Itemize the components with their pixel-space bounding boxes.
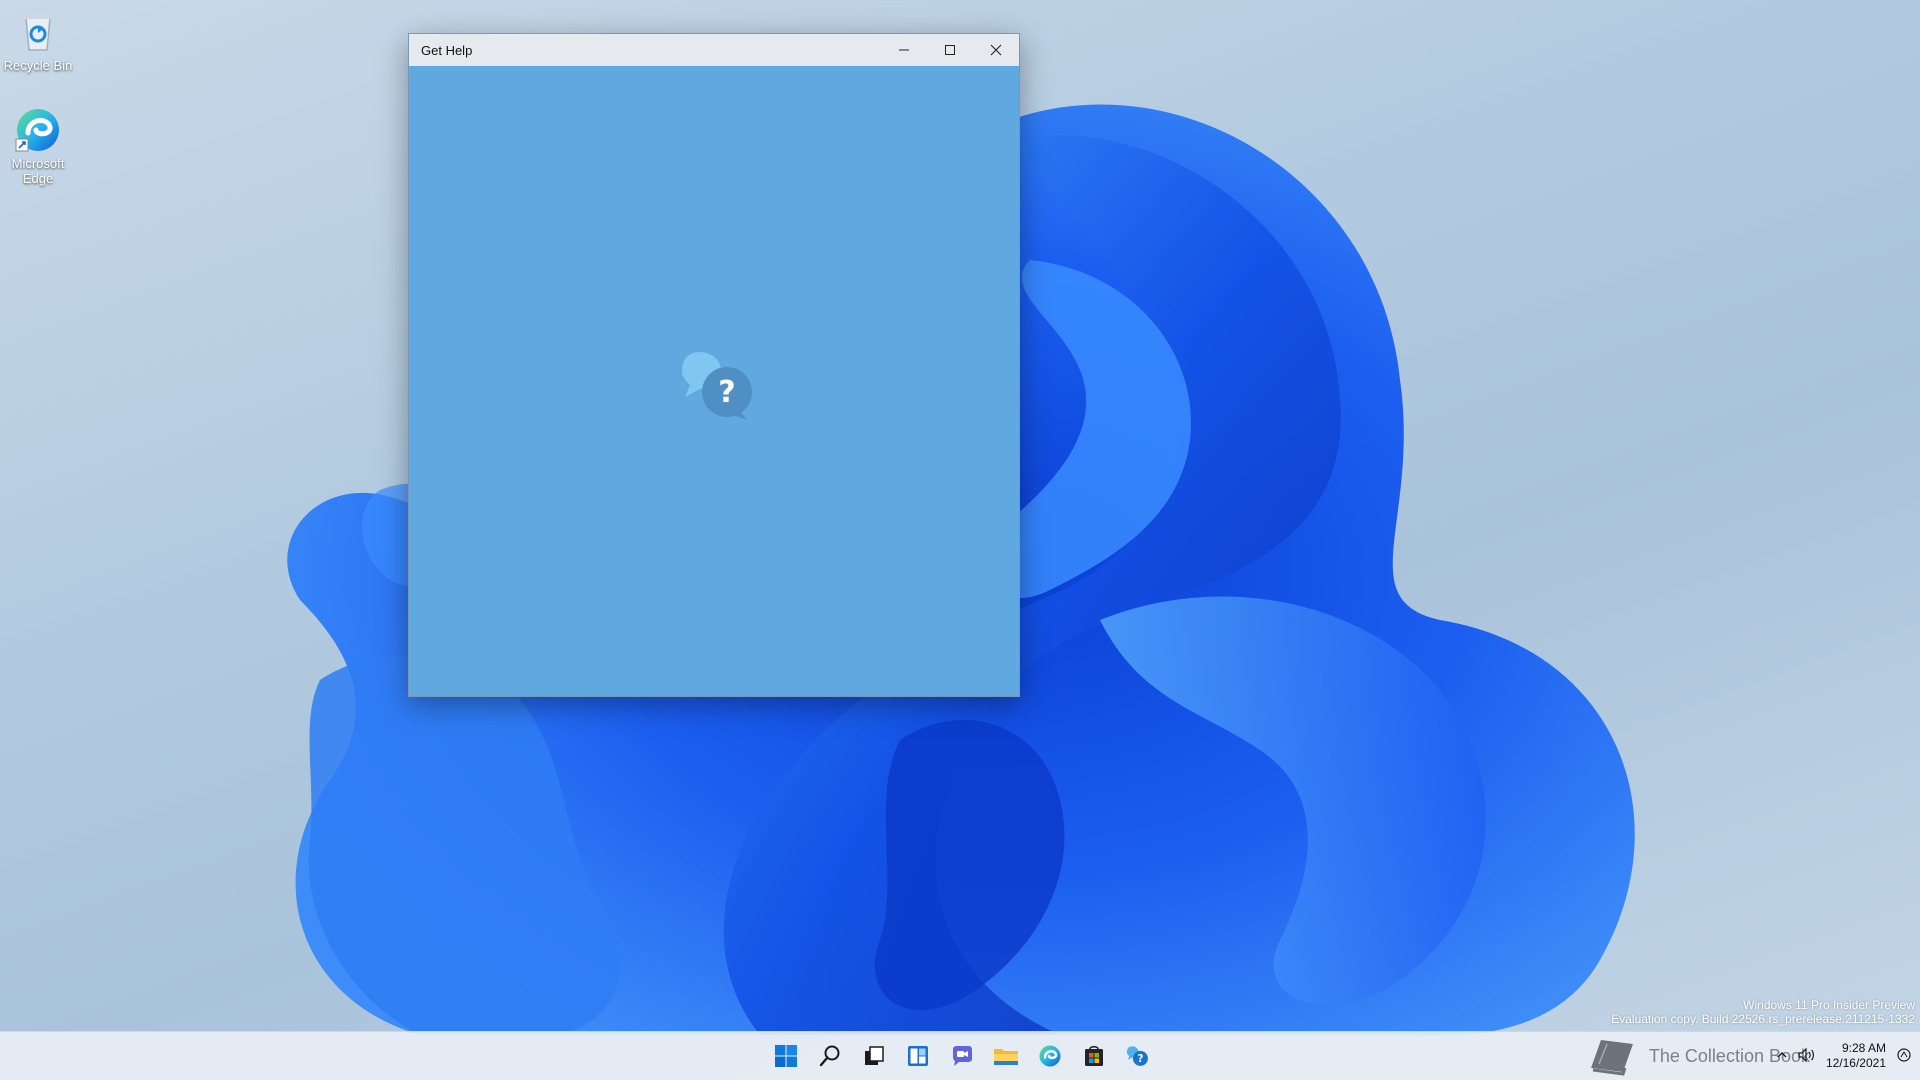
widgets-button[interactable]	[898, 1036, 938, 1076]
get-help-icon: ?	[679, 344, 759, 424]
watermark-build: Evaluation copy. Build 22526.rs_prerelea…	[1611, 1012, 1915, 1026]
windows-logo-icon	[775, 1045, 797, 1067]
system-tray: 9:28 AM 12/16/2021	[1776, 1032, 1912, 1080]
edge-label: Microsoft Edge	[11, 156, 65, 186]
minimize-button[interactable]	[881, 34, 927, 66]
recycle-bin-label: Recycle Bin	[3, 58, 73, 73]
widgets-icon	[908, 1046, 928, 1066]
search-icon	[819, 1045, 840, 1067]
maximize-icon	[945, 45, 955, 55]
book-logo-icon	[1590, 1040, 1633, 1076]
recycle-bin-icon	[14, 8, 62, 56]
start-button[interactable]	[766, 1036, 806, 1076]
volume-button[interactable]	[1798, 1047, 1816, 1066]
chevron-up-icon	[1777, 1051, 1787, 1057]
watermark-edition: Windows 11 Pro Insider Preview	[1743, 998, 1915, 1012]
search-button[interactable]	[810, 1036, 850, 1076]
taskbar: ? The Collection Book 9:28 AM 12/16/2021	[0, 1031, 1920, 1080]
show-hidden-icons-button[interactable]	[1776, 1049, 1788, 1064]
task-view-button[interactable]	[854, 1036, 894, 1076]
clock-time: 9:28 AM	[1841, 1041, 1886, 1055]
minimize-icon	[899, 49, 909, 51]
folder-icon	[994, 1049, 1018, 1065]
edge-taskbar-button[interactable]	[1030, 1036, 1070, 1076]
clock-date: 12/16/2021	[1825, 1056, 1886, 1070]
edge-shortcut[interactable]: Microsoft Edge	[0, 106, 76, 186]
svg-text:?: ?	[718, 375, 735, 410]
chat-button[interactable]	[942, 1036, 982, 1076]
notifications-button[interactable]	[1896, 1047, 1912, 1066]
task-view-icon	[865, 1046, 884, 1065]
store-icon	[1085, 1046, 1103, 1066]
close-icon	[990, 44, 1002, 56]
close-button[interactable]	[973, 34, 1019, 66]
get-help-taskbar-button[interactable]: ?	[1118, 1036, 1158, 1076]
window-titlebar[interactable]: Get Help	[409, 34, 1019, 66]
get-help-icon: ?	[1126, 1046, 1148, 1066]
notification-icon	[1897, 1047, 1911, 1062]
file-explorer-button[interactable]	[986, 1036, 1026, 1076]
chat-icon	[953, 1046, 972, 1066]
evaluation-watermark: Windows 11 Pro Insider Preview Evaluatio…	[1611, 998, 1915, 1026]
store-button[interactable]	[1074, 1036, 1114, 1076]
svg-text:?: ?	[1137, 1054, 1143, 1065]
window-title: Get Help	[421, 42, 473, 58]
taskbar-apps: ?	[766, 1032, 1158, 1080]
recycle-bin-shortcut[interactable]: Recycle Bin	[0, 8, 76, 73]
get-help-window[interactable]: Get Help ?	[408, 33, 1020, 697]
edge-icon	[1039, 1045, 1061, 1067]
volume-icon	[1798, 1047, 1814, 1062]
clock[interactable]: 9:28 AM 12/16/2021	[1826, 1041, 1886, 1071]
maximize-button[interactable]	[927, 34, 973, 66]
edge-icon	[14, 106, 62, 154]
